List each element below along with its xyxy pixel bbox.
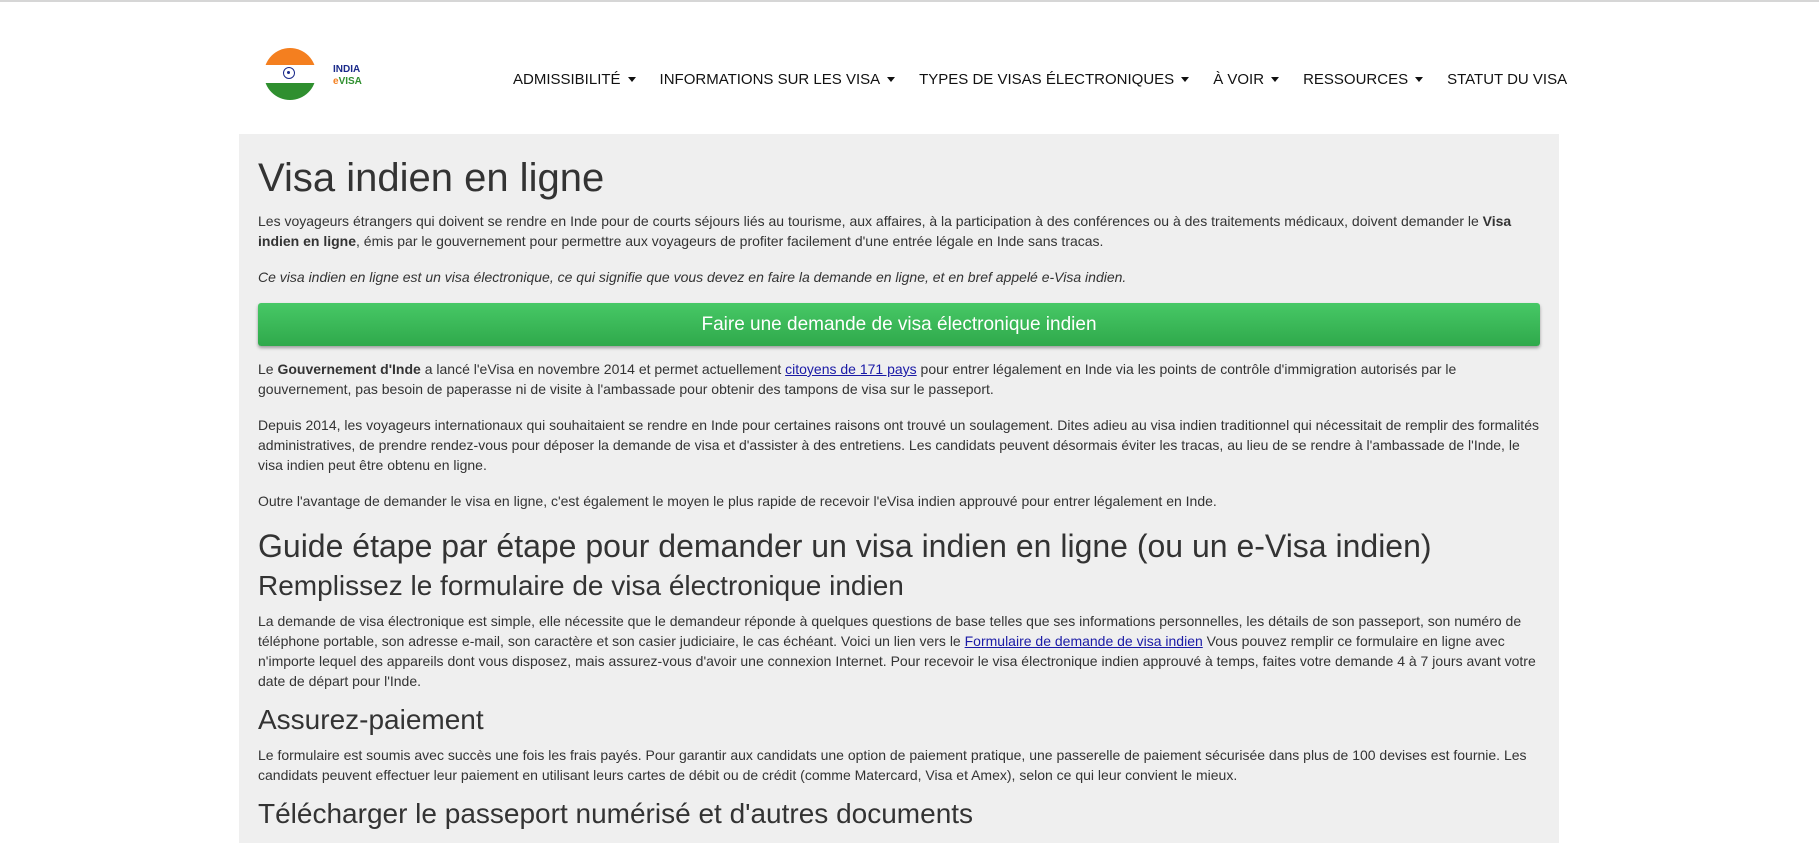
italic-note: Ce visa indien en ligne est un visa élec… <box>258 269 1127 285</box>
application-form-link[interactable]: Formulaire de demande de visa indien <box>965 633 1203 649</box>
government-paragraph: Le Gouvernement d'Inde a lancé l'eVisa e… <box>258 361 1457 397</box>
nav-item-statut-visa[interactable]: STATUT DU VISA <box>1447 71 1567 88</box>
step2-paragraph: Le formulaire est soumis avec succès une… <box>258 747 1527 783</box>
caret-down-icon <box>1181 76 1190 82</box>
nav-item-label: RESSOURCES <box>1303 70 1409 88</box>
india-flag-logo-icon[interactable] <box>264 48 316 100</box>
eligible-countries-link[interactable]: citoyens de 171 pays <box>785 361 917 377</box>
step2-heading: Assurez-paiement <box>258 704 484 735</box>
nav-item-informations-visa[interactable]: INFORMATIONS SUR LES VISA <box>660 71 896 88</box>
caret-down-icon <box>627 76 636 82</box>
logo-line-india: INDIA <box>333 64 361 75</box>
since-2014-paragraph: Depuis 2014, les voyageurs internationau… <box>258 417 1539 473</box>
nav-item-label: INFORMATIONS SUR LES VISA <box>659 70 881 88</box>
nav-item-label: À VOIR <box>1213 70 1265 88</box>
page-title: Visa indien en ligne <box>258 156 605 200</box>
main-content: Visa indien en ligne Les voyageurs étran… <box>239 134 1559 843</box>
nav-item-a-voir[interactable]: À VOIR <box>1213 70 1280 88</box>
advantage-paragraph: Outre l'avantage de demander le visa en … <box>258 493 1217 509</box>
caret-down-icon <box>1415 76 1424 82</box>
apply-evisa-button[interactable]: Faire une demande de visa électronique i… <box>258 303 1540 346</box>
logo-text[interactable]: INDIA eVISA <box>333 64 362 88</box>
step3-heading: Télécharger le passeport numérisé et d'a… <box>258 798 974 829</box>
site-header: INDIA eVISA ADMISSIBILITÉ INFORMATIONS S… <box>0 0 1819 134</box>
nav-item-label: STATUT DU VISA <box>1447 70 1568 88</box>
nav-item-label: TYPES DE VISAS ÉLECTRONIQUES <box>919 70 1175 88</box>
caret-down-icon <box>887 76 896 82</box>
step1-heading: Remplissez le formulaire de visa électro… <box>258 570 904 601</box>
nav-item-ressources[interactable]: RESSOURCES <box>1303 70 1424 88</box>
main-nav: ADMISSIBILITÉ INFORMATIONS SUR LES VISA … <box>513 69 1567 89</box>
guide-heading: Guide étape par étape pour demander un v… <box>258 528 1432 564</box>
step1-paragraph: La demande de visa électronique est simp… <box>258 613 1536 689</box>
logo-line-evisa: eVISA <box>333 76 362 87</box>
intro-paragraph: Les voyageurs étrangers qui doivent se r… <box>258 213 1512 249</box>
nav-item-label: ADMISSIBILITÉ <box>513 70 621 88</box>
nav-item-admissibilite[interactable]: ADMISSIBILITÉ <box>513 71 636 88</box>
caret-down-icon <box>1271 76 1280 82</box>
nav-item-types-visas[interactable]: TYPES DE VISAS ÉLECTRONIQUES <box>919 70 1190 88</box>
